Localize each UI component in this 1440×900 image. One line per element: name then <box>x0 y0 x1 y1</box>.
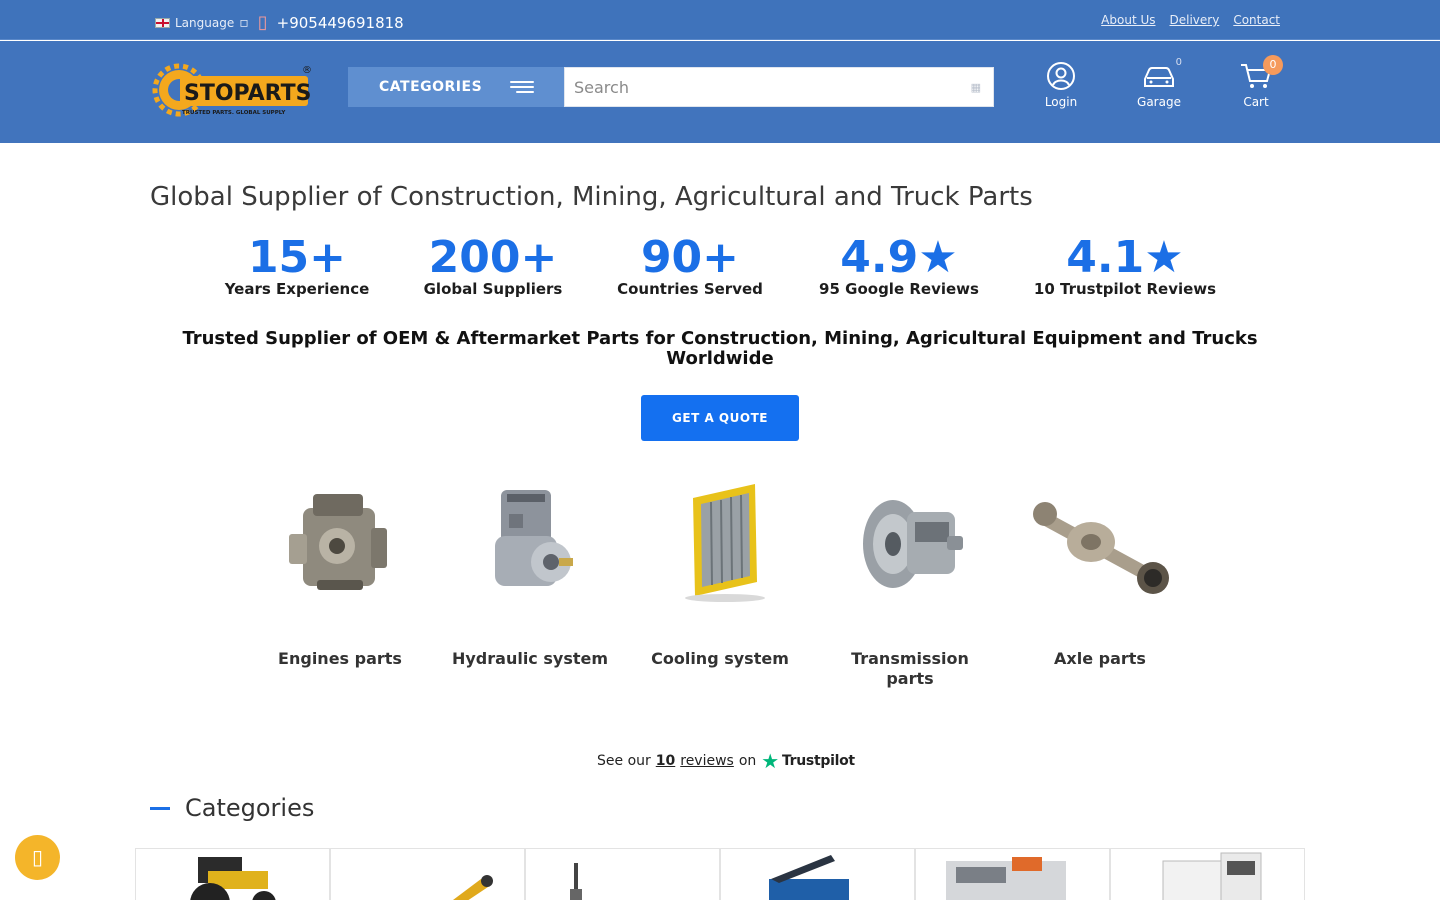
part-card-transmission[interactable]: Transmission parts <box>825 480 995 689</box>
login-button[interactable]: Login <box>1026 61 1096 109</box>
cart-label: Cart <box>1243 95 1269 109</box>
truck-crane-image <box>769 855 849 900</box>
top-bar: Language ▫ ▯ +905449691818 About Us Deli… <box>0 0 1440 40</box>
get-quote-button[interactable]: GET A QUOTE <box>641 395 799 441</box>
hydraulic-pump-image <box>495 490 573 586</box>
stat-label: Global Suppliers <box>423 280 563 298</box>
search-box: ▦ <box>564 67 994 107</box>
axle-image <box>1033 502 1169 594</box>
part-card-hydraulic[interactable]: Hydraulic system <box>445 480 615 669</box>
stat-number: 4.1★ <box>1066 232 1184 283</box>
dump-truck-image <box>1162 852 1262 900</box>
stat-countries: 90+ Countries Served <box>612 232 768 298</box>
cart-button[interactable]: 0 Cart <box>1221 55 1291 109</box>
delivery-link[interactable]: Delivery <box>1170 13 1220 27</box>
stat-number: 90+ <box>640 232 740 283</box>
stat-label: Years Experience <box>224 280 370 298</box>
stat-label: 95 Google Reviews <box>819 280 979 298</box>
part-name: Cooling system <box>651 649 789 668</box>
chevron-down-icon: ▫ <box>239 14 249 31</box>
category-tile-tractor[interactable] <box>135 848 330 900</box>
trust-review-count[interactable]: 10 <box>656 753 675 769</box>
top-links: About Us Delivery Contact <box>1101 13 1280 27</box>
svg-text:®: ® <box>302 65 312 76</box>
logo-tagline: TRUSTED PARTS. GLOBAL SUPPLY <box>182 110 286 116</box>
cart-count-badge: 0 <box>1263 55 1283 75</box>
engine-image <box>289 494 387 590</box>
part-card-cooling[interactable]: Cooling system <box>635 480 805 669</box>
category-tile-truck[interactable] <box>1110 848 1305 900</box>
garage-count: 0 <box>1175 57 1182 68</box>
stat-suppliers: 200+ Global Suppliers <box>420 232 566 298</box>
stat-number: 15+ <box>247 232 347 283</box>
stat-years: 15+ Years Experience <box>224 232 370 298</box>
category-tile-road-machine[interactable] <box>915 848 1110 900</box>
chat-icon: ▯ <box>31 845 43 869</box>
search-input[interactable] <box>565 68 955 106</box>
chat-button[interactable]: ▯ <box>15 835 60 880</box>
part-name: Transmission parts <box>851 649 969 688</box>
drill-rig-image <box>570 863 582 900</box>
page-headline: Global Supplier of Construction, Mining,… <box>150 182 1033 212</box>
trustpilot-star-icon: ★ <box>761 749 779 773</box>
part-name: Hydraulic system <box>451 649 609 668</box>
categories-title: Categories <box>185 794 315 822</box>
radiator-image <box>685 484 765 602</box>
login-label: Login <box>1044 95 1078 109</box>
stoparts-logo[interactable]: STOPARTS TRUSTED PARTS. GLOBAL SUPPLY ® <box>152 62 312 118</box>
phone-number[interactable]: +905449691818 <box>277 14 404 32</box>
part-card-axle[interactable]: Axle parts <box>1015 480 1185 669</box>
stat-label: 10 Trustpilot Reviews <box>1033 280 1217 298</box>
categories-grid <box>135 848 1305 900</box>
trustpilot-logo[interactable]: ★ Trustpilot <box>761 749 855 773</box>
logo-text: STOPARTS <box>184 81 312 106</box>
phone-icon: ▯ <box>257 12 268 33</box>
trust-prefix: See our <box>597 753 651 769</box>
trustpilot-brand: Trustpilot <box>781 753 855 769</box>
user-icon <box>1047 62 1075 90</box>
garage-label: Garage <box>1137 95 1181 109</box>
garage-button[interactable]: 0 Garage <box>1124 57 1194 109</box>
category-tile-drill[interactable] <box>525 848 720 900</box>
stat-number: 4.9★ <box>840 232 958 283</box>
category-tile-truck-crane[interactable] <box>720 848 915 900</box>
trust-reviews-link[interactable]: reviews <box>680 753 734 769</box>
contact-link[interactable]: Contact <box>1233 13 1280 27</box>
category-tile-crane[interactable] <box>330 848 525 900</box>
tractor-image <box>190 857 276 900</box>
menu-icon <box>510 81 534 93</box>
transmission-image <box>863 500 963 588</box>
language-selector[interactable]: Language ▫ ▯ +905449691818 <box>155 12 404 33</box>
language-label: Language <box>175 15 235 30</box>
about-us-link[interactable]: About Us <box>1101 13 1155 27</box>
tagline: Trusted Supplier of OEM & Aftermarket Pa… <box>182 328 1258 369</box>
stat-label: Countries Served <box>617 280 763 298</box>
road-machine-image <box>946 857 1066 900</box>
part-name: Axle parts <box>1054 649 1146 668</box>
site-header: STOPARTS TRUSTED PARTS. GLOBAL SUPPLY ® … <box>0 41 1440 143</box>
stat-google-reviews: 4.9★ 95 Google Reviews <box>816 232 982 298</box>
heading-accent <box>150 806 170 810</box>
categories-label: CATEGORIES <box>379 79 483 95</box>
part-name: Engines parts <box>278 649 402 668</box>
car-icon <box>1144 67 1174 87</box>
trust-on: on <box>738 753 757 769</box>
categories-section-heading: Categories <box>150 794 314 822</box>
stat-trustpilot-reviews: 4.1★ 10 Trustpilot Reviews <box>1030 232 1220 298</box>
trustpilot-widget[interactable]: See our 10 reviews on ★ Trustpilot <box>597 749 855 773</box>
part-card-engines[interactable]: Engines parts <box>255 480 425 669</box>
categories-button[interactable]: CATEGORIES <box>348 67 564 107</box>
crane-image <box>453 875 493 900</box>
search-icon[interactable]: ▦ <box>971 81 981 94</box>
stat-number: 200+ <box>428 232 558 283</box>
uk-flag-icon <box>155 17 170 28</box>
